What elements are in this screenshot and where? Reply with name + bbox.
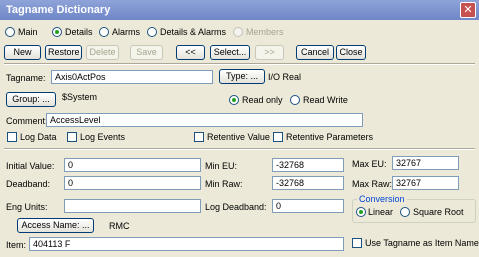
group-button[interactable]: Group: ...	[6, 92, 56, 107]
use-tagname-checkbox[interactable]	[352, 238, 362, 248]
max-raw-field[interactable]: 32767	[392, 176, 459, 190]
read-only-label: Read only	[242, 95, 283, 105]
previous-button[interactable]: <<	[176, 45, 205, 60]
comment-label: Comment:	[6, 116, 48, 126]
min-raw-label: Min Raw:	[205, 179, 243, 189]
save-button[interactable]: Save	[130, 45, 163, 60]
max-raw-label: Max Raw:	[352, 179, 393, 189]
group-value: $System	[62, 92, 98, 102]
radio-square-root[interactable]	[400, 207, 410, 217]
log-events-label: Log Events	[80, 132, 126, 142]
access-name-button[interactable]: Access Name: ...	[17, 218, 94, 233]
max-eu-field[interactable]: 32767	[392, 156, 459, 170]
eng-units-field[interactable]	[64, 199, 201, 213]
type-value: I/O Real	[268, 72, 302, 82]
retentive-value-label: Retentive Value	[207, 132, 270, 142]
select-button[interactable]: Select...	[210, 45, 250, 60]
deadband-label: Deadband:	[6, 179, 51, 189]
square-root-label: Square Root	[413, 207, 464, 217]
min-eu-field[interactable]: -32768	[272, 158, 344, 172]
access-name-value: RMC	[109, 221, 130, 231]
eng-units-label: Eng Units:	[6, 202, 48, 212]
min-raw-field[interactable]: -32768	[272, 176, 344, 190]
min-eu-label: Min EU:	[205, 161, 238, 171]
radio-details-label: Details	[65, 27, 93, 37]
radio-read-write[interactable]	[290, 95, 300, 105]
delete-button[interactable]: Delete	[86, 45, 119, 60]
radio-details-alarms-label: Details & Alarms	[160, 27, 227, 37]
radio-read-only[interactable]	[229, 95, 239, 105]
retentive-parameters-label: Retentive Parameters	[286, 132, 374, 142]
retentive-value-checkbox[interactable]	[194, 132, 204, 142]
separator	[4, 63, 475, 65]
radio-main[interactable]	[5, 27, 15, 37]
use-tagname-label: Use Tagname as Item Name	[365, 238, 479, 248]
item-field[interactable]: 404113 F	[29, 237, 344, 251]
log-deadband-label: Log Deadband:	[205, 202, 267, 212]
log-data-checkbox[interactable]	[7, 132, 17, 142]
tagname-dictionary-window: Tagname Dictionary ✕ Main Details Alarms…	[0, 0, 479, 257]
tagname-field[interactable]: Axis0ActPos	[51, 70, 213, 84]
type-button[interactable]: Type: ...	[219, 69, 265, 84]
linear-label: Linear	[368, 207, 394, 217]
title-bar: Tagname Dictionary	[0, 0, 479, 20]
retentive-parameters-checkbox[interactable]	[273, 132, 283, 142]
initial-value-field[interactable]: 0	[64, 158, 201, 172]
radio-details[interactable]	[52, 27, 62, 37]
deadband-field[interactable]: 0	[64, 176, 201, 190]
log-deadband-field[interactable]: 0	[272, 199, 344, 213]
close-icon[interactable]: ✕	[460, 2, 476, 18]
close-button[interactable]: Close	[336, 45, 366, 60]
max-eu-label: Max EU:	[352, 159, 387, 169]
window-title: Tagname Dictionary	[6, 4, 111, 16]
separator	[4, 148, 475, 150]
radio-linear[interactable]	[356, 207, 366, 217]
radio-main-label: Main	[18, 27, 38, 37]
cancel-button[interactable]: Cancel	[296, 45, 334, 60]
initial-value-label: Initial Value:	[6, 161, 55, 171]
tagname-label: Tagname:	[6, 73, 46, 83]
comment-field[interactable]: AccessLevel	[46, 113, 363, 127]
radio-details-alarms[interactable]	[147, 27, 157, 37]
radio-alarms[interactable]	[99, 27, 109, 37]
radio-members-label: Members	[246, 27, 284, 37]
radio-members[interactable]	[233, 27, 243, 37]
log-data-label: Log Data	[20, 132, 57, 142]
log-events-checkbox[interactable]	[67, 132, 77, 142]
radio-alarms-label: Alarms	[112, 27, 141, 37]
next-button[interactable]: >>	[255, 45, 284, 60]
conversion-label: Conversion	[357, 194, 407, 205]
read-write-label: Read Write	[303, 95, 348, 105]
new-button[interactable]: New	[4, 45, 41, 60]
restore-button[interactable]: Restore	[45, 45, 82, 60]
item-label: Item:	[6, 240, 27, 250]
